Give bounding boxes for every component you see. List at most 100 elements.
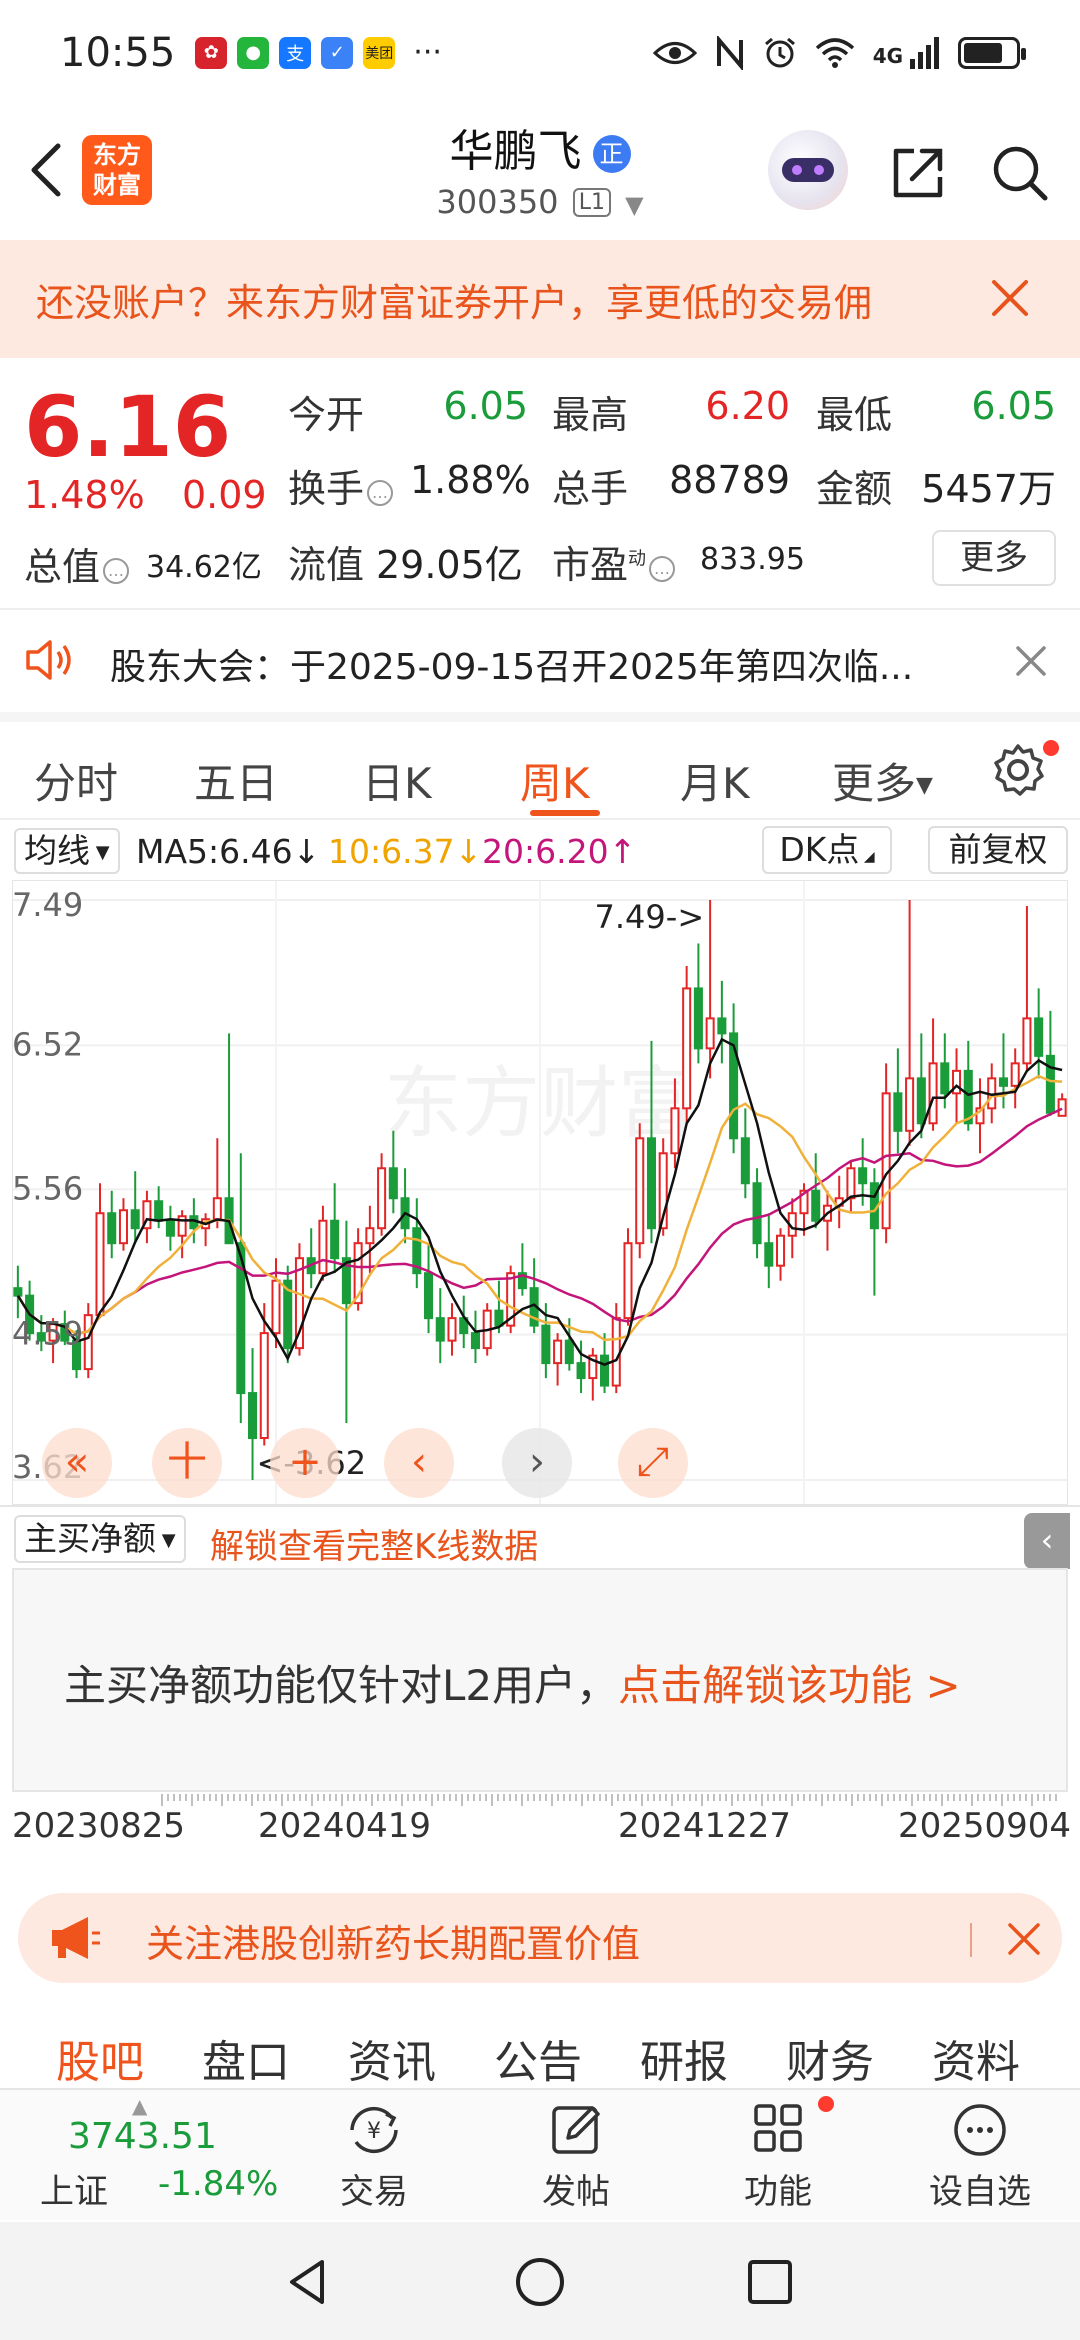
fast-backward-button[interactable]: « <box>42 1428 112 1498</box>
tab-order-book[interactable]: 盘口 <box>202 2026 290 2090</box>
nav-back-icon[interactable] <box>278 2252 338 2312</box>
price-adjust-button[interactable]: 前复权 <box>928 826 1068 874</box>
zoom-in-button[interactable]: + <box>270 1428 340 1498</box>
candle-body <box>388 1167 398 1200</box>
indicator-selector[interactable]: 均线 ▼ <box>14 828 120 874</box>
candle-body <box>212 1197 222 1221</box>
candle-body <box>916 1077 926 1125</box>
tab-research[interactable]: 研报 <box>640 2026 728 2090</box>
caret-down-icon: ▼ <box>156 1530 176 1551</box>
dk-point-button[interactable]: DK点 ◢ <box>762 826 892 874</box>
close-icon[interactable] <box>980 268 1040 328</box>
tab-guba[interactable]: 股吧 <box>56 2026 144 2090</box>
tab-weekly-k[interactable]: 周K <box>520 750 590 811</box>
high-label: 最高 <box>552 393 629 437</box>
edit-icon <box>552 2106 600 2154</box>
stock-code: 300350 <box>436 183 559 221</box>
quote-panel: 6.16 1.48% 0.09 今开 6.05 最高 6.20 最低 6.05 … <box>0 358 1080 608</box>
chevron-down-icon: ▼ <box>625 191 644 219</box>
close-icon[interactable] <box>1010 640 1052 682</box>
share-icon[interactable] <box>888 143 948 203</box>
candle-body <box>165 1219 175 1237</box>
tab-financials[interactable]: 财务 <box>786 2026 874 2090</box>
trade-button[interactable]: ¥ 交易 <box>294 2100 454 2213</box>
candle-body <box>435 1317 445 1342</box>
main-buy-net-bar: 主买净额 ▼ 解锁查看完整K线数据 ‹ <box>0 1505 1080 1569</box>
candle-body <box>1057 1098 1067 1117</box>
info-icon[interactable]: … <box>649 556 676 582</box>
post-button[interactable]: 发帖 <box>496 2100 656 2213</box>
mktcap-label-text: 总值 <box>24 545 101 589</box>
indicator-selector-label: 均线 <box>24 831 90 870</box>
candle-body <box>905 1077 915 1132</box>
crosshair-button[interactable]: 十 <box>152 1428 222 1498</box>
close-icon[interactable] <box>1006 1921 1042 1957</box>
more-notifications-icon: ··· <box>413 35 442 70</box>
svg-text:¥: ¥ <box>367 2119 381 2144</box>
notice-bar[interactable]: 股东大会：于2025-09-15召开2025年第四次临... <box>0 610 1080 710</box>
tab-profile[interactable]: 资料 <box>932 2026 1020 2090</box>
turnover-label: 换手… <box>288 458 394 513</box>
functions-button[interactable]: 功能 <box>698 2100 858 2213</box>
unlock-feature-link[interactable]: 点击解锁该功能 > <box>618 1661 961 1710</box>
search-icon[interactable] <box>990 143 1050 203</box>
tab-intraday[interactable]: 分时 <box>34 750 118 811</box>
add-watchlist-button[interactable]: 设自选 <box>900 2100 1060 2213</box>
indicator-selector[interactable]: 主买净额 ▼ <box>14 1515 186 1563</box>
content-tabs: 股吧 盘口 资讯 公告 研报 财务 资料 <box>0 2010 1080 2090</box>
stock-header: 东方 财富 华鹏飞 正 300350 L1 ▼ <box>0 105 1080 240</box>
nav-home-icon[interactable] <box>510 2252 570 2312</box>
tab-news[interactable]: 资讯 <box>348 2026 436 2090</box>
info-icon[interactable]: … <box>103 558 130 584</box>
corner-triangle-icon: ◢ <box>859 849 875 865</box>
network-type-label: 4G <box>872 43 904 68</box>
tab-five-day[interactable]: 五日 <box>194 750 278 811</box>
more-button[interactable]: 更多 <box>932 530 1056 586</box>
tab-more[interactable]: 更多▼ <box>832 750 933 811</box>
candle-body <box>271 1279 281 1335</box>
turnover-label-text: 换手 <box>288 467 365 511</box>
candle-body <box>611 1317 621 1387</box>
wifi-icon <box>815 37 854 68</box>
index-change[interactable]: -1.84% <box>158 2164 278 2204</box>
account-open-banner[interactable]: 还没账户？来东方财富证券开户，享更低的交易佣 <box>0 240 1080 358</box>
eye-icon <box>652 41 697 64</box>
pe-label: 市盈动… <box>552 534 676 589</box>
y-axis-label: 6.52 <box>12 1025 83 1063</box>
ai-assistant-avatar[interactable] <box>768 130 848 210</box>
notification-icons: ✿ ● 支 ✓ 美团 ··· <box>195 35 442 70</box>
pe-label-text: 市盈 <box>552 543 629 587</box>
shield-icon: ✓ <box>321 36 354 69</box>
scroll-right-button[interactable]: › <box>502 1428 572 1498</box>
index-value[interactable]: 3743.51 <box>68 2116 217 2157</box>
tab-monthly-k[interactable]: 月K <box>680 750 750 811</box>
trade-icon: ¥ <box>350 2106 398 2154</box>
caret-up-icon: ▲ <box>132 2094 148 2118</box>
candle-body <box>494 1309 504 1327</box>
side-drawer-tab[interactable]: ‹ <box>1024 1513 1070 1569</box>
stock-name: 华鹏飞 <box>449 126 582 177</box>
nav-recents-icon[interactable] <box>740 2252 800 2312</box>
timeline-date: 20250904 <box>898 1806 1072 1846</box>
timeline-date: 20241227 <box>618 1806 792 1846</box>
candle-body <box>740 1137 750 1185</box>
candle-body <box>95 1212 105 1317</box>
candlestick-svg[interactable]: 东方财富7.496.525.564.593.627.49-><-3.62 <box>12 880 1068 1505</box>
tab-daily-k[interactable]: 日K <box>362 750 432 811</box>
candlestick-chart[interactable]: 东方财富7.496.525.564.593.627.49-><-3.62 « 十… <box>12 880 1068 1505</box>
promo-banner[interactable]: 关注港股创新药长期配置价值 <box>18 1893 1062 1983</box>
fullscreen-button[interactable]: ⤢ <box>618 1428 688 1498</box>
info-icon[interactable]: … <box>367 480 394 506</box>
candle-body <box>600 1354 610 1387</box>
tab-announcements[interactable]: 公告 <box>494 2026 582 2090</box>
amount-value: 5457万 <box>921 467 1056 511</box>
turnover-value: 1.88% <box>410 458 531 502</box>
system-status-icons: 4G <box>652 35 1026 70</box>
index-name[interactable]: 上证 <box>40 2164 108 2213</box>
candle-body <box>318 1219 328 1275</box>
y-axis-label: 7.49 <box>12 886 83 924</box>
meituan-icon: 美团 <box>363 36 396 69</box>
scroll-left-button[interactable]: ‹ <box>384 1428 454 1498</box>
gear-icon[interactable] <box>990 742 1046 798</box>
unlock-kline-link[interactable]: 解锁查看完整K线数据 <box>210 1519 538 1568</box>
